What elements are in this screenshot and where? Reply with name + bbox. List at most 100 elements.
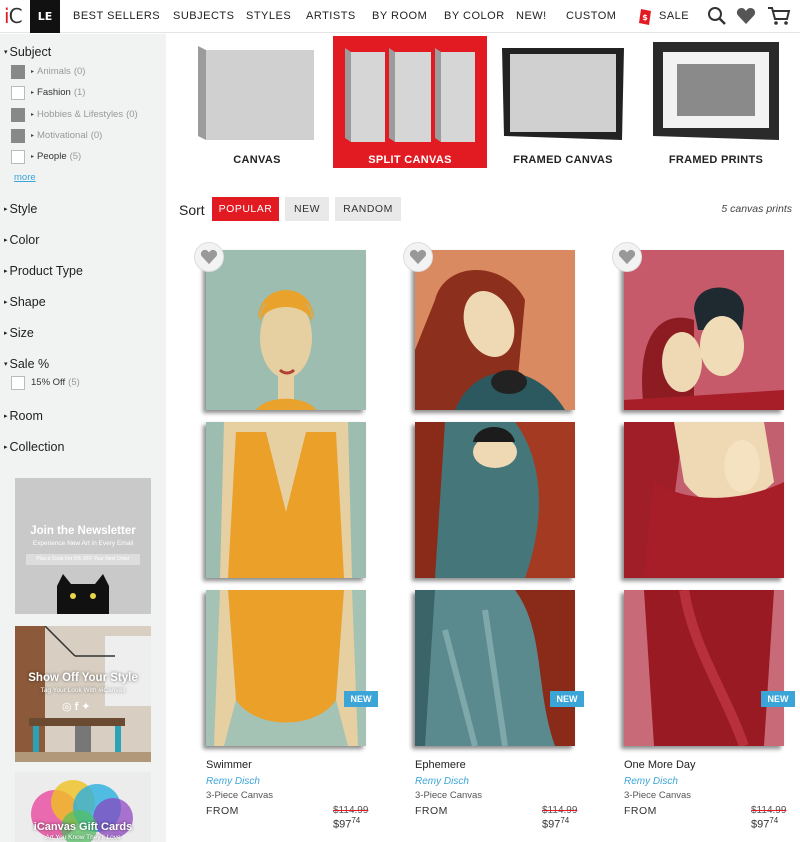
filter-sidebar: ▾ Subject ▸ Animals (0) ▸ Fashion (1) ▸ Hobbie…: [0, 34, 166, 842]
nav-subjects[interactable]: SUBJECTS: [173, 10, 234, 22]
canvas-panel-bottom[interactable]: [206, 590, 366, 746]
canvas-panel-bottom[interactable]: [624, 590, 784, 746]
filter-room[interactable]: ▸ Room: [4, 409, 43, 423]
product-type: 3-Piece Canvas: [624, 790, 692, 801]
nav-custom[interactable]: CUSTOM: [566, 10, 616, 22]
sale-price-dollars: $97: [542, 818, 561, 831]
favorite-button[interactable]: [403, 242, 433, 272]
sale-price: $9774: [751, 816, 778, 831]
format-canvas[interactable]: CANVAS: [180, 36, 334, 168]
option-label: People: [37, 151, 67, 162]
ephemere-painting-top: [415, 250, 575, 410]
product-card-ephemere[interactable]: NEW Ephemere Remy Disch 3-Piece Canvas F…: [403, 242, 615, 842]
checkbox[interactable]: [11, 128, 25, 143]
sale-tag-icon: $: [639, 9, 651, 25]
subject-option-animals[interactable]: ▸ Animals (0): [11, 64, 85, 79]
checkbox[interactable]: [11, 85, 25, 100]
sort-popular-button[interactable]: POPULAR: [212, 197, 279, 221]
split-canvas-format-icon: [345, 48, 475, 142]
option-label: Fashion: [37, 87, 71, 98]
sort-random-button[interactable]: RANDOM: [335, 197, 401, 221]
checkbox[interactable]: [11, 107, 25, 122]
show-style-promo[interactable]: Show Off Your Style Tag Your Look With #…: [15, 626, 151, 762]
filter-label: Room: [9, 409, 43, 423]
locale-tab[interactable]: LE: [30, 0, 60, 33]
filter-color[interactable]: ▸ Color: [4, 233, 39, 247]
nav-new[interactable]: NEW!: [516, 10, 547, 22]
filter-label: Product Type: [9, 264, 83, 278]
filter-subject[interactable]: ▾ Subject: [4, 45, 51, 59]
canvas-panel-bottom[interactable]: [415, 590, 575, 746]
product-type: 3-Piece Canvas: [415, 790, 483, 801]
sale-price: $9774: [542, 816, 569, 831]
product-title[interactable]: Ephemere: [415, 759, 466, 771]
nav-artists[interactable]: ARTISTS: [306, 10, 356, 22]
canvas-panel-middle[interactable]: [624, 422, 784, 578]
option-count: (0): [126, 109, 138, 120]
heart-icon[interactable]: [736, 6, 756, 26]
social-icons: ◎f✦: [62, 700, 94, 713]
nav-best-sellers[interactable]: BEST SELLERS: [73, 10, 160, 22]
filter-shape[interactable]: ▸ Shape: [4, 295, 46, 309]
newsletter-code-box: Plus a Code For 5% OFF Your Next Order: [26, 554, 140, 565]
canvas-panel-top[interactable]: [624, 250, 784, 410]
filter-style[interactable]: ▸ Style: [4, 202, 37, 216]
product-type: 3-Piece Canvas: [206, 790, 274, 801]
filter-collection[interactable]: ▸ Collection: [4, 440, 64, 454]
cart-icon[interactable]: [767, 6, 791, 26]
sale-price-cents: 74: [351, 816, 361, 825]
product-title[interactable]: Swimmer: [206, 759, 252, 771]
favorite-button[interactable]: [194, 242, 224, 272]
sale-option-15[interactable]: 15% Off (5): [11, 375, 80, 390]
subject-option-motivational[interactable]: ▸ Motivational (0): [11, 128, 102, 143]
product-artist[interactable]: Remy Disch: [206, 776, 260, 787]
heart-icon: [200, 249, 218, 265]
canvas-panel-top[interactable]: [206, 250, 366, 410]
format-framed-canvas[interactable]: FRAMED CANVAS: [486, 36, 640, 168]
format-framed-prints[interactable]: FRAMED PRINTS: [639, 36, 793, 168]
filter-size[interactable]: ▸ Size: [4, 326, 34, 340]
format-label: FRAMED PRINTS: [668, 154, 764, 166]
nav-by-room[interactable]: BY ROOM: [372, 10, 427, 22]
canvas-panel-middle[interactable]: [206, 422, 366, 578]
original-price: $114.99: [751, 805, 787, 816]
subject-option-people[interactable]: ▸ People (5): [11, 149, 81, 164]
filter-product-type[interactable]: ▸ Product Type: [4, 264, 83, 278]
more-subjects-link[interactable]: more: [14, 172, 36, 183]
checkbox[interactable]: [11, 375, 25, 390]
gift-cards-promo[interactable]: iCanvas Gift Cards Art You Know They'll …: [15, 772, 151, 842]
site-logo[interactable]: iC: [4, 4, 23, 28]
one-more-day-painting-middle: [624, 422, 784, 578]
new-badge: NEW: [761, 691, 795, 707]
canvas-panel-top[interactable]: [415, 250, 575, 410]
product-card-swimmer[interactable]: NEW Swimmer Remy Disch 3-Piece Canvas FR…: [194, 242, 406, 842]
nav-styles[interactable]: STYLES: [246, 10, 291, 22]
option-count: (0): [73, 66, 86, 77]
product-card-one-more-day[interactable]: NEW One More Day Remy Disch 3-Piece Canv…: [612, 242, 800, 842]
checkbox[interactable]: [11, 64, 25, 79]
checkbox[interactable]: [11, 149, 25, 164]
canvas-panel-middle[interactable]: [415, 422, 575, 578]
filter-sale[interactable]: ▾ Sale %: [4, 357, 49, 371]
search-icon[interactable]: [707, 6, 727, 26]
nav-sale[interactable]: SALE: [659, 10, 689, 22]
sort-new-button[interactable]: NEW: [285, 197, 329, 221]
filter-label: Shape: [9, 295, 46, 309]
format-split-canvas[interactable]: SPLIT CANVAS: [333, 36, 487, 168]
subject-option-fashion[interactable]: ▸ Fashion (1): [11, 85, 85, 100]
newsletter-subtitle: Experience New Art in Every Email: [32, 540, 134, 547]
filter-label: Color: [9, 233, 40, 247]
product-artist[interactable]: Remy Disch: [624, 776, 678, 787]
ephemere-painting-middle: [415, 422, 575, 578]
original-price: $114.99: [333, 805, 369, 816]
twitter-icon: ✦: [81, 701, 94, 713]
subject-option-hobbies[interactable]: ▸ Hobbies & Lifestyles (0): [11, 107, 138, 122]
product-artist[interactable]: Remy Disch: [415, 776, 469, 787]
sale-price-cents: 74: [769, 816, 779, 825]
favorite-button[interactable]: [612, 242, 642, 272]
newsletter-promo[interactable]: Join the Newsletter Experience New Art i…: [15, 478, 151, 614]
product-title[interactable]: One More Day: [624, 759, 696, 771]
swimmer-painting-top: [206, 250, 366, 410]
style-promo-subtitle: Tag Your Look With #iCanvas: [40, 687, 126, 694]
nav-by-color[interactable]: BY COLOR: [444, 10, 505, 22]
